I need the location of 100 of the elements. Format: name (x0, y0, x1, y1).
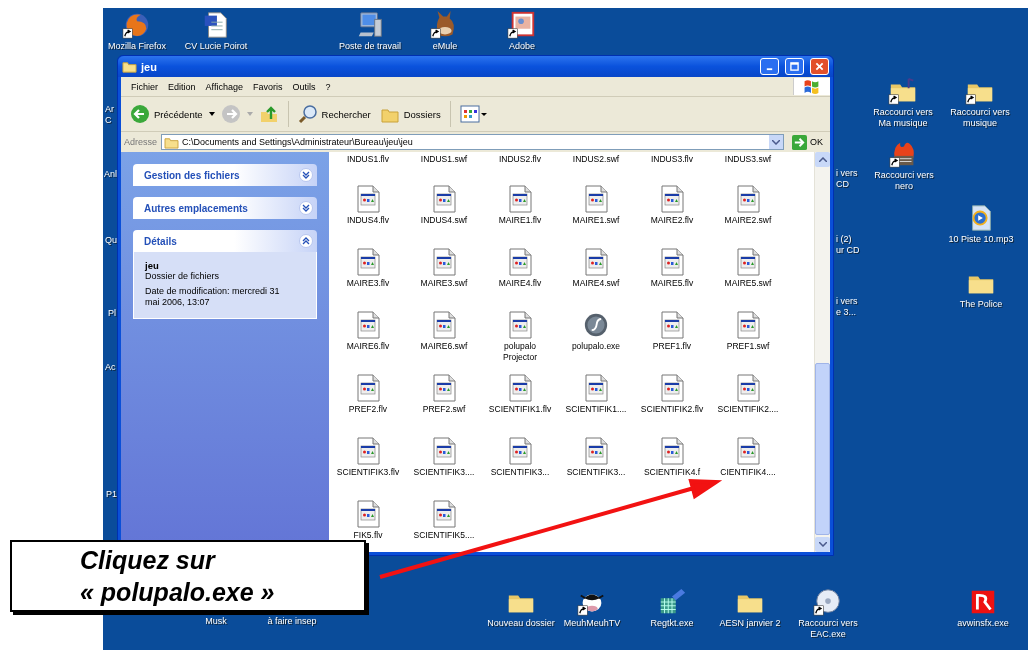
file-name[interactable]: SCIENTIFIK4.f (643, 467, 701, 478)
file-name[interactable]: SCIENTIFIK1.... (565, 404, 627, 415)
file-name[interactable]: PREF1.flv (652, 341, 692, 352)
maximize-icon[interactable] (790, 62, 799, 71)
desktop-icon-label[interactable]: Regtkt.exe (650, 618, 694, 629)
close-icon[interactable] (815, 62, 824, 71)
document-icon[interactable] (584, 374, 608, 402)
desktop-icon-label[interactable]: Raccourci vers EAC.exe (798, 618, 858, 640)
document-icon[interactable] (584, 185, 608, 213)
document-icon[interactable] (736, 437, 760, 465)
document-icon[interactable] (508, 248, 532, 276)
document-icon[interactable] (356, 248, 380, 276)
file-name[interactable]: INDUS3.flv (650, 154, 693, 165)
file-name[interactable]: MAIRE3.flv (346, 278, 390, 289)
menu-item[interactable]: Affichage (200, 81, 248, 92)
file-name[interactable]: MAIRE1.swf (572, 215, 620, 226)
chevron-icon[interactable] (299, 234, 313, 248)
file-name[interactable]: SCIENTIFIK3... (566, 467, 626, 478)
menu-item[interactable]: ? (320, 81, 336, 92)
document-icon[interactable] (356, 185, 380, 213)
document-icon[interactable] (508, 374, 532, 402)
caret-icon[interactable] (208, 112, 215, 116)
file-name[interactable]: MAIRE2.swf (724, 215, 772, 226)
document-icon[interactable] (432, 185, 456, 213)
document-icon[interactable] (508, 311, 532, 339)
search-button[interactable]: Rechercher (294, 102, 374, 126)
document-icon[interactable] (432, 311, 456, 339)
scrollbar[interactable] (814, 152, 830, 552)
desktop-icon-label[interactable]: Ac (105, 362, 116, 373)
close-button[interactable] (810, 58, 829, 75)
back-button[interactable]: Précédente (127, 102, 206, 126)
document-icon[interactable] (432, 374, 456, 402)
desktop-icon-label[interactable]: AESN janvier 2 (719, 618, 781, 629)
file-name[interactable]: INDUS2.flv (498, 154, 541, 165)
document-icon[interactable] (508, 437, 532, 465)
file-name[interactable]: INDUS4.flv (346, 215, 389, 226)
desktop-icon-label[interactable]: Nouveau dossier (487, 618, 555, 629)
document-icon[interactable] (660, 311, 684, 339)
file-name[interactable]: MAIRE6.flv (346, 341, 390, 352)
desktop-icon-label[interactable]: P1 (106, 489, 117, 500)
scroll-thumb[interactable] (815, 363, 830, 535)
file-name[interactable]: SCIENTIFIK3.flv (336, 467, 400, 478)
document-icon[interactable] (660, 185, 684, 213)
desktop-icon-label[interactable]: CV Lucie Poirot (184, 41, 248, 52)
file-name[interactable]: polupalo Projector (503, 341, 537, 363)
file-name[interactable]: INDUS2.swf (572, 154, 620, 165)
file-name[interactable]: INDUS3.swf (724, 154, 772, 165)
desktop-icon-label[interactable]: Mozilla Firefox (108, 41, 166, 52)
scroll-up-icon[interactable] (818, 157, 827, 162)
file-name[interactable]: MAIRE5.flv (650, 278, 694, 289)
desktop-icon-label[interactable]: Poste de travail (338, 41, 401, 52)
document-icon[interactable] (584, 437, 608, 465)
picture-icon[interactable] (507, 10, 537, 40)
desktop-icon-label[interactable]: Raccourci vers musique (950, 107, 1010, 129)
file-name[interactable]: MAIRE3.swf (420, 278, 468, 289)
task-panel-header[interactable]: Autres emplacements (133, 197, 317, 219)
document-icon[interactable] (356, 437, 380, 465)
file-name[interactable]: PREF2.swf (422, 404, 466, 415)
task-panel-header[interactable]: Détails (133, 230, 317, 252)
desktop-icon-label[interactable]: i (2) ur CD (836, 234, 860, 256)
desktop-icon-label[interactable]: avwinsfx.exe (957, 618, 1009, 629)
document-icon[interactable] (736, 311, 760, 339)
chevron-icon[interactable] (299, 168, 313, 182)
file-name[interactable]: polupalo.exe (571, 341, 621, 352)
menu-item[interactable]: Fichier (126, 81, 163, 92)
file-name[interactable]: MAIRE2.flv (650, 215, 694, 226)
file-name[interactable]: SCIENTIFIK2.... (717, 404, 779, 415)
desktop-icon-label[interactable]: Adobe (509, 41, 535, 52)
dropdown-caret-icon[interactable] (772, 139, 780, 145)
document-icon[interactable] (584, 248, 608, 276)
document-icon[interactable] (660, 248, 684, 276)
file-name[interactable]: SCIENTIFIK3... (490, 467, 550, 478)
menu-item[interactable]: Outils (287, 81, 321, 92)
file-name[interactable]: PREF2.flv (348, 404, 388, 415)
search-icon[interactable] (297, 104, 318, 124)
menu-item[interactable]: Edition (163, 81, 201, 92)
document-icon[interactable] (660, 437, 684, 465)
document-icon[interactable] (736, 374, 760, 402)
document-icon[interactable] (432, 248, 456, 276)
sphere-icon[interactable] (584, 311, 608, 339)
desktop-icon-label[interactable]: i vers e 3... (836, 296, 858, 318)
go-button[interactable]: OK (788, 134, 827, 150)
desktop-icon-label[interactable]: Qu (105, 235, 117, 246)
document-icon[interactable] (660, 374, 684, 402)
document-icon[interactable] (508, 185, 532, 213)
file-name[interactable]: FIK5.flv (353, 530, 383, 541)
document-icon[interactable] (736, 185, 760, 213)
file-name[interactable]: SCIENTIFIK1.flv (488, 404, 552, 415)
desktop-icon-label[interactable]: Ar C (105, 104, 114, 126)
desktop-icon-label[interactable]: eMule (432, 41, 458, 52)
file-name[interactable]: MAIRE1.flv (498, 215, 542, 226)
disc-icon[interactable] (813, 587, 843, 617)
desktop-icon-label[interactable]: Raccourci vers nero (874, 170, 934, 192)
task-panel-header[interactable]: Gestion des fichiers (133, 164, 317, 186)
minimize-button[interactable] (760, 58, 779, 75)
document-icon[interactable] (736, 248, 760, 276)
desktop-icon-label[interactable]: 10 Piste 10.mp3 (948, 234, 1014, 245)
desktop-icon-label[interactable]: Pl (108, 308, 116, 319)
file-name[interactable]: MAIRE6.swf (420, 341, 468, 352)
file-name[interactable]: INDUS1.swf (420, 154, 468, 165)
